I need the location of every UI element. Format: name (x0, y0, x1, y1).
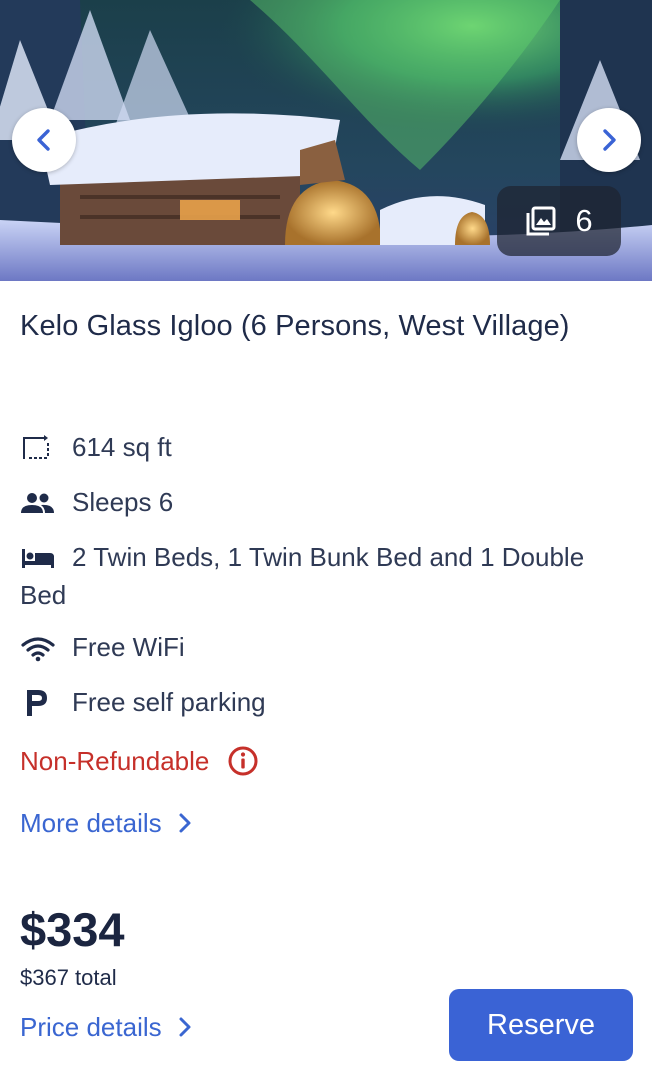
next-photo-button[interactable] (577, 108, 641, 172)
nightly-price: $334 (20, 903, 125, 956)
chevron-right-icon (179, 813, 191, 833)
amenity-text: Free WiFi (72, 632, 185, 662)
total-price: $367 total (20, 965, 117, 990)
amenity-text: Sleeps 6 (72, 487, 174, 517)
amenity-text: Free self parking (72, 687, 266, 717)
wifi-icon (21, 637, 55, 662)
amenity-text: 2 Twin Beds, 1 Twin Bunk Bed and 1 Doubl… (20, 542, 585, 610)
room-card: 6 Kelo Glass Igloo (6 Persons, West Vill… (0, 0, 652, 1082)
photo-gallery-button[interactable]: 6 (497, 186, 621, 256)
more-details-link[interactable]: More details (20, 804, 192, 842)
room-photo-carousel[interactable]: 6 (0, 0, 652, 281)
chevron-left-icon (37, 129, 50, 151)
amenity-wifi: Free WiFi (20, 628, 635, 666)
amenity-text: 614 sq ft (72, 432, 172, 462)
info-icon[interactable] (227, 745, 259, 777)
photo-count: 6 (575, 203, 593, 238)
photo-library-icon (526, 206, 556, 236)
bed-icon (22, 549, 54, 568)
more-details-label: More details (20, 808, 162, 838)
previous-photo-button[interactable] (12, 108, 76, 172)
chevron-right-icon (603, 129, 616, 151)
floor-area-icon (23, 435, 49, 459)
price-details-label: Price details (20, 1012, 162, 1042)
people-icon (21, 493, 54, 513)
amenity-sleeps: Sleeps 6 (20, 483, 635, 521)
chevron-right-icon (179, 1017, 191, 1037)
parking-icon (27, 690, 47, 716)
amenity-beds: 2 Twin Beds, 1 Twin Bunk Bed and 1 Doubl… (20, 538, 635, 614)
amenity-parking: Free self parking (20, 683, 635, 721)
price-details-link[interactable]: Price details (20, 1008, 192, 1046)
reserve-button[interactable]: Reserve (449, 989, 633, 1061)
refund-policy: Non-Refundable (20, 742, 259, 780)
amenity-floor-area: 614 sq ft (20, 428, 635, 466)
room-title: Kelo Glass Igloo (6 Persons, West Villag… (20, 310, 570, 342)
refund-policy-label: Non-Refundable (20, 746, 210, 776)
